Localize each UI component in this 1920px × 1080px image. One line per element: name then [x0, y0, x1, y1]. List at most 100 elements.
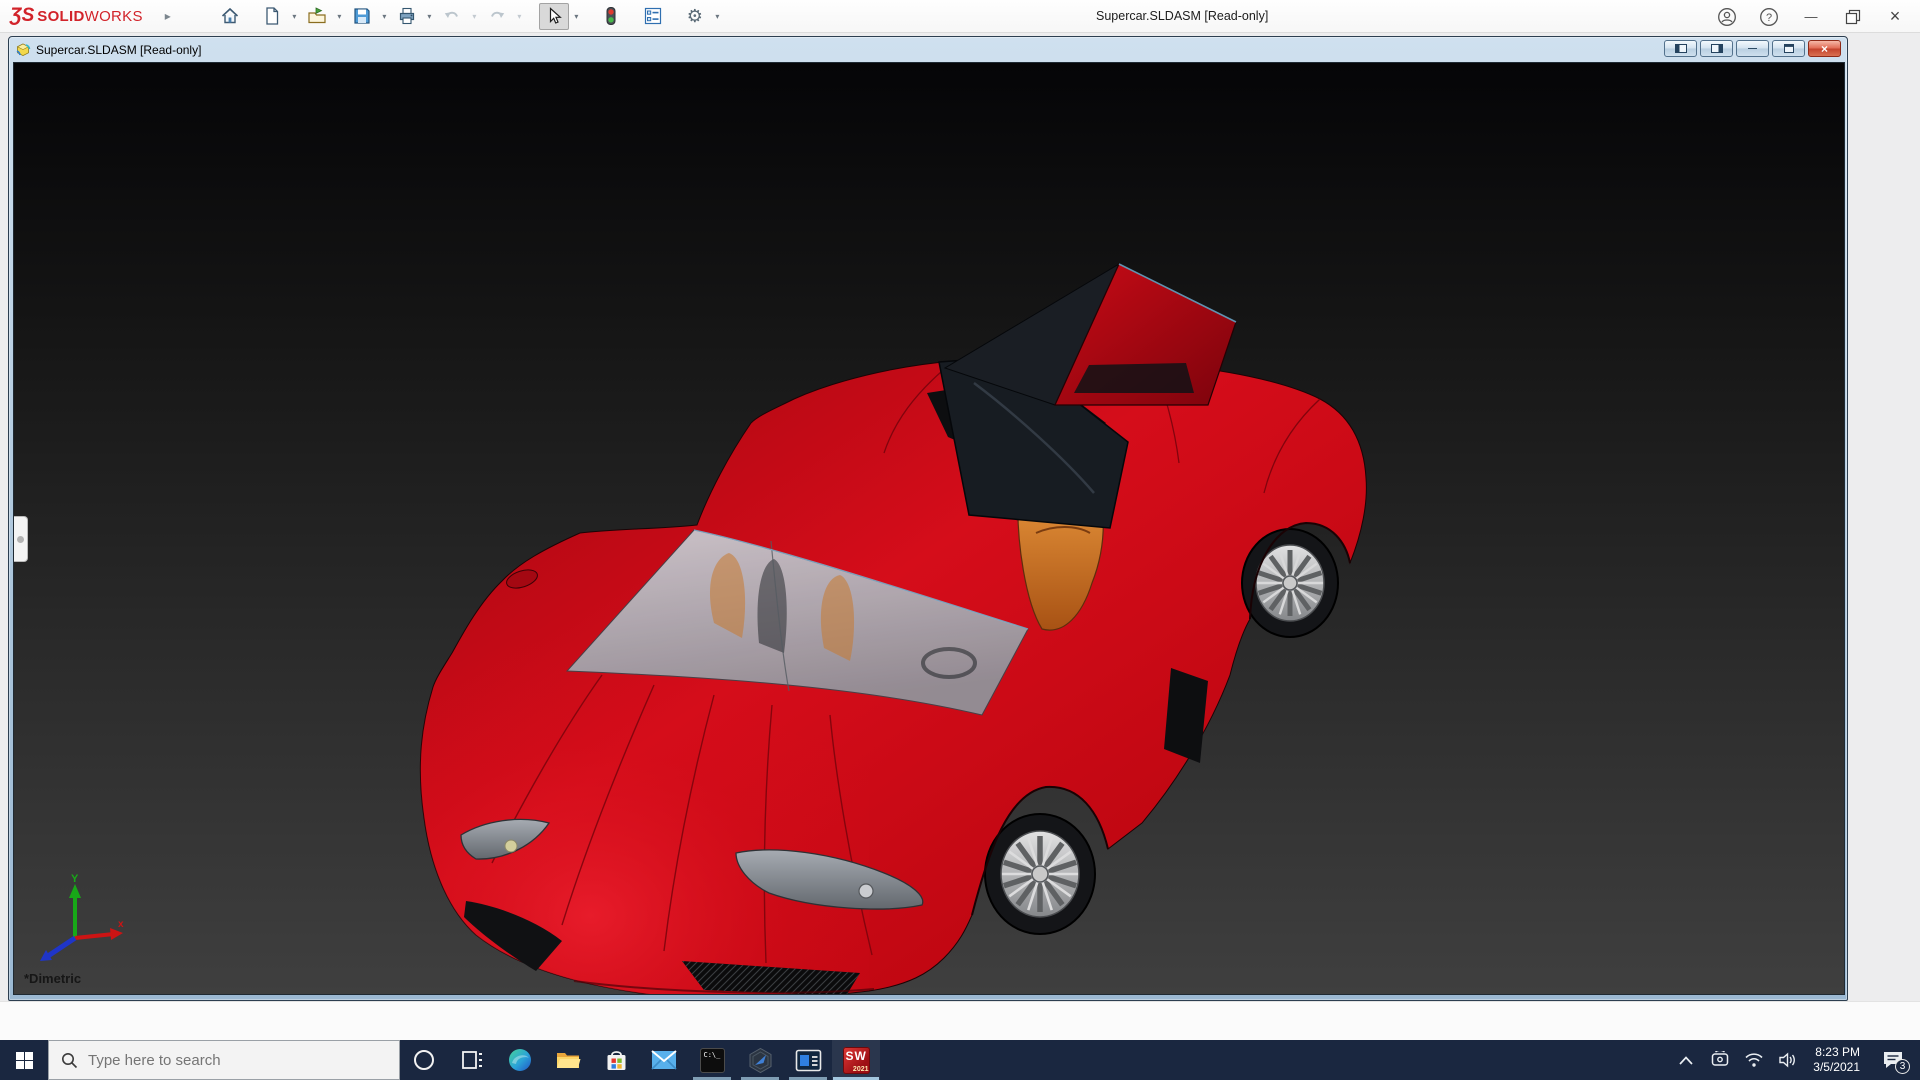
document-window-buttons: — × [1664, 40, 1841, 57]
options-dropdown[interactable]: ▾ [710, 3, 725, 30]
document-title: Supercar.SLDASM [Read-only] [36, 43, 201, 57]
close-icon: × [1890, 6, 1901, 27]
command-prompt-icon: C:\_ [700, 1048, 725, 1073]
open-button[interactable] [302, 3, 332, 30]
pane-right-icon [1711, 44, 1723, 53]
undo-dropdown[interactable]: ▾ [467, 3, 482, 30]
redo-dropdown[interactable]: ▾ [512, 3, 527, 30]
wifi-icon [1744, 1052, 1764, 1068]
taskbar-search[interactable] [48, 1040, 400, 1080]
rebuild-button[interactable] [596, 3, 626, 30]
select-cursor-icon [544, 6, 564, 26]
assembly-document-icon [15, 42, 31, 58]
taskbar-app-terminal[interactable]: C:\_ [688, 1040, 736, 1080]
meet-now-icon [1710, 1051, 1730, 1069]
open-dropdown[interactable]: ▾ [332, 3, 347, 30]
notification-count-badge: 3 [1895, 1059, 1910, 1074]
solidworks-logo-mark: ƷS [10, 5, 34, 27]
reference-triad: Y x [30, 872, 125, 964]
select-tool-dropdown[interactable]: ▾ [569, 3, 584, 30]
triad-y-label: Y [71, 873, 79, 885]
taskbar-app-store[interactable] [592, 1040, 640, 1080]
select-tool-button[interactable] [539, 3, 569, 30]
pane-left-toggle-button[interactable] [1664, 40, 1697, 57]
solidworks-logo: ƷS SOLID WORKS [10, 5, 143, 27]
chevron-up-icon [1679, 1056, 1693, 1065]
restore-icon [1845, 9, 1861, 25]
speaker-icon [1778, 1052, 1798, 1068]
tray-meet-now[interactable] [1705, 1040, 1735, 1080]
document-window: Supercar.SLDASM [Read-only] [8, 36, 1848, 1001]
save-button[interactable] [347, 3, 377, 30]
help-button[interactable]: ? [1748, 0, 1790, 33]
start-button[interactable] [0, 1040, 48, 1080]
menu-flyout-icon[interactable]: ▸ [165, 9, 171, 23]
file-explorer-icon [555, 1047, 581, 1073]
action-center-button[interactable]: 3 [1872, 1040, 1914, 1080]
windows-taskbar: C:\_ SW 2021 [0, 1040, 1920, 1080]
search-input[interactable] [88, 1052, 368, 1069]
triad-x-label: x [118, 919, 124, 930]
app-client-area: Supercar.SLDASM [Read-only] [0, 33, 1920, 1040]
home-button[interactable] [215, 3, 245, 30]
taskbar-app-task-view[interactable] [448, 1040, 496, 1080]
rebuild-traffic-light-icon [601, 6, 621, 26]
display-settings-icon [643, 6, 663, 26]
taskbar-app-solidworks[interactable]: SW 2021 [832, 1040, 880, 1080]
document-close-icon: × [1821, 43, 1828, 55]
store-icon [604, 1048, 629, 1073]
feature-manager-collapsed-tab[interactable] [14, 516, 28, 562]
new-document-dropdown[interactable]: ▾ [287, 3, 302, 30]
quick-access-toolbar: ▾ ▾ ▾ [203, 0, 725, 33]
save-dropdown[interactable]: ▾ [377, 3, 392, 30]
view-orientation-label: *Dimetric [24, 971, 81, 986]
redo-button[interactable] [482, 3, 512, 30]
print-button[interactable] [392, 3, 422, 30]
close-button[interactable]: × [1874, 0, 1916, 33]
taskbar-app-mail[interactable] [640, 1040, 688, 1080]
document-titlebar[interactable]: Supercar.SLDASM [Read-only] [9, 37, 1847, 62]
open-icon [307, 6, 327, 26]
taskbar-clock[interactable]: 8:23 PM 3/5/2021 [1807, 1045, 1868, 1075]
restore-button[interactable] [1832, 0, 1874, 33]
window-controls: ? — × [1706, 0, 1916, 33]
solidworks-logo-bold: SOLID [37, 8, 84, 25]
media-app-icon [795, 1049, 822, 1072]
account-button[interactable] [1706, 0, 1748, 33]
panel-tab-handle [17, 536, 24, 543]
document-close-button[interactable]: × [1808, 40, 1841, 57]
tray-volume[interactable] [1773, 1040, 1803, 1080]
taskbar-app-file-explorer[interactable] [544, 1040, 592, 1080]
taskbar-app-cortana[interactable] [400, 1040, 448, 1080]
options-button[interactable]: ⚙ [680, 3, 710, 30]
supercar-3d-model[interactable] [14, 63, 1845, 995]
solidworks-logo-light: WORKS [85, 8, 143, 25]
svg-text:?: ? [1766, 12, 1772, 24]
new-document-button[interactable] [257, 3, 287, 30]
minimize-button[interactable]: — [1790, 0, 1832, 33]
window-title: Supercar.SLDASM [Read-only] [1096, 9, 1268, 23]
tray-network[interactable] [1739, 1040, 1769, 1080]
document-minimize-button[interactable]: — [1736, 40, 1769, 57]
taskbar-app-hexagon[interactable] [736, 1040, 784, 1080]
home-icon [220, 6, 240, 26]
mail-icon [651, 1050, 677, 1070]
windows-logo-icon [16, 1052, 33, 1069]
tray-chevron-up[interactable] [1671, 1040, 1701, 1080]
help-icon: ? [1759, 7, 1779, 27]
document-restore-icon [1784, 44, 1794, 53]
new-document-icon [262, 6, 282, 26]
undo-button[interactable] [437, 3, 467, 30]
taskbar-app-media[interactable] [784, 1040, 832, 1080]
print-dropdown[interactable]: ▾ [422, 3, 437, 30]
document-restore-button[interactable] [1772, 40, 1805, 57]
redo-icon [487, 6, 507, 26]
account-icon [1717, 7, 1737, 27]
task-view-icon [460, 1048, 484, 1072]
taskbar-app-edge[interactable] [496, 1040, 544, 1080]
system-tray: 8:23 PM 3/5/2021 3 [1671, 1040, 1920, 1080]
pane-right-toggle-button[interactable] [1700, 40, 1733, 57]
clock-time: 8:23 PM [1813, 1045, 1860, 1060]
graphics-viewport[interactable]: Y x *Dimetric [13, 62, 1845, 995]
display-settings-button[interactable] [638, 3, 668, 30]
